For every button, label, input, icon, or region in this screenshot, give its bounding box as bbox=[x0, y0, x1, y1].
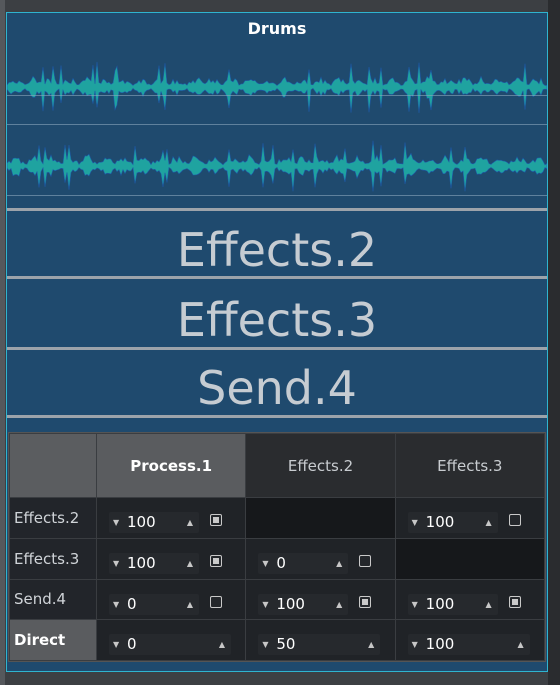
scroll-edge bbox=[548, 0, 560, 685]
decrement-arrow-icon[interactable]: ▼ bbox=[113, 594, 119, 615]
lane-divider bbox=[7, 347, 547, 350]
decrement-arrow-icon[interactable]: ▼ bbox=[262, 553, 268, 574]
route-checkbox[interactable] bbox=[359, 554, 372, 567]
route-checkbox[interactable] bbox=[508, 514, 521, 527]
lane-send-4[interactable]: Send.4 bbox=[7, 359, 547, 415]
increment-arrow-icon[interactable]: ▲ bbox=[219, 634, 225, 655]
level-value: 100 bbox=[276, 594, 305, 613]
matrix-cell-empty bbox=[394, 537, 546, 580]
level-value: 100 bbox=[127, 553, 156, 572]
route-checkbox[interactable] bbox=[508, 595, 521, 608]
matrix-cell: ▼ 100 ▲ bbox=[394, 619, 546, 661]
matrix-cell: ▼ 100 ▲ bbox=[95, 537, 247, 580]
lane-divider bbox=[7, 208, 547, 211]
column-header-effects-3[interactable]: Effects.3 bbox=[394, 432, 546, 499]
increment-arrow-icon[interactable]: ▲ bbox=[518, 634, 524, 655]
decrement-arrow-icon[interactable]: ▼ bbox=[262, 634, 268, 655]
decrement-arrow-icon[interactable]: ▼ bbox=[113, 512, 119, 533]
matrix-corner bbox=[9, 432, 97, 499]
level-spinbox[interactable]: ▼ 100 ▲ bbox=[407, 593, 498, 615]
level-value: 100 bbox=[425, 594, 455, 613]
route-checkbox[interactable] bbox=[359, 595, 372, 608]
column-header-effects-2[interactable]: Effects.2 bbox=[245, 432, 396, 499]
level-value: 50 bbox=[276, 635, 296, 654]
channel-divider bbox=[7, 124, 547, 125]
lane-divider bbox=[7, 415, 547, 418]
waveform-channel-left bbox=[7, 61, 547, 114]
matrix-cell: ▼ 0 ▲ bbox=[95, 578, 247, 621]
routing-matrix: Process.1 Effects.2 Effects.3 Effects.2 ▼… bbox=[8, 432, 546, 662]
lane-effects-3[interactable]: Effects.3 bbox=[7, 291, 547, 347]
matrix-cell: ▼ 0 ▲ bbox=[95, 619, 247, 661]
level-value: 0 bbox=[127, 635, 137, 654]
matrix-row: Direct ▼ 0 ▲ ▼ 50 ▲ ▼ 100 ▲ bbox=[9, 619, 546, 661]
increment-arrow-icon[interactable]: ▲ bbox=[336, 594, 342, 615]
level-spinbox[interactable]: ▼ 100 ▲ bbox=[407, 634, 530, 656]
level-spinbox[interactable]: ▼ 50 ▲ bbox=[258, 634, 381, 656]
lane-divider bbox=[7, 276, 547, 279]
route-checkbox[interactable] bbox=[210, 595, 222, 608]
decrement-arrow-icon[interactable]: ▼ bbox=[412, 594, 418, 615]
row-header[interactable]: Direct bbox=[9, 619, 97, 661]
matrix-cell: ▼ 100 ▲ bbox=[245, 578, 396, 621]
waveform-channel-right bbox=[7, 140, 547, 192]
row-header[interactable]: Effects.2 bbox=[9, 497, 97, 539]
level-spinbox[interactable]: ▼ 100 ▲ bbox=[109, 552, 199, 574]
row-header[interactable]: Effects.3 bbox=[9, 537, 97, 580]
route-checkbox[interactable] bbox=[210, 554, 222, 567]
matrix-cell: ▼ 100 ▲ bbox=[95, 497, 247, 539]
level-spinbox[interactable]: ▼ 0 ▲ bbox=[258, 552, 349, 574]
matrix-cell: ▼ 50 ▲ bbox=[245, 619, 396, 661]
level-value: 0 bbox=[276, 553, 286, 572]
level-value: 100 bbox=[127, 513, 156, 532]
lane-effects-2[interactable]: Effects.2 bbox=[7, 221, 547, 277]
clip-title: Drums bbox=[247, 19, 307, 38]
increment-arrow-icon[interactable]: ▲ bbox=[187, 512, 193, 533]
channel-divider bbox=[7, 195, 547, 196]
increment-arrow-icon[interactable]: ▲ bbox=[486, 594, 492, 615]
decrement-arrow-icon[interactable]: ▼ bbox=[412, 634, 418, 655]
decrement-arrow-icon[interactable]: ▼ bbox=[262, 594, 268, 615]
level-spinbox[interactable]: ▼ 100 ▲ bbox=[109, 512, 199, 534]
route-checkbox[interactable] bbox=[210, 514, 222, 527]
matrix-cell: ▼ 0 ▲ bbox=[245, 537, 396, 580]
decrement-arrow-icon[interactable]: ▼ bbox=[412, 512, 418, 533]
level-spinbox[interactable]: ▼ 100 ▲ bbox=[258, 593, 349, 615]
column-header-process-1[interactable]: Process.1 bbox=[95, 432, 247, 499]
increment-arrow-icon[interactable]: ▲ bbox=[368, 634, 374, 655]
channel-divider bbox=[7, 95, 547, 96]
matrix-row: Effects.2 ▼ 100 ▲ ▼ 100 ▲ bbox=[9, 497, 546, 539]
matrix-cell: ▼ 100 ▲ bbox=[394, 578, 546, 621]
level-value: 100 bbox=[425, 635, 455, 654]
increment-arrow-icon[interactable]: ▲ bbox=[187, 594, 193, 615]
level-spinbox[interactable]: ▼ 100 ▲ bbox=[407, 512, 498, 534]
track-lane-bar bbox=[0, 0, 5, 685]
row-header[interactable]: Send.4 bbox=[9, 578, 97, 621]
matrix-cell-empty bbox=[245, 497, 396, 539]
level-spinbox[interactable]: ▼ 0 ▲ bbox=[109, 634, 231, 656]
increment-arrow-icon[interactable]: ▲ bbox=[486, 512, 492, 533]
matrix-row: Effects.3 ▼ 100 ▲ ▼ 0 ▲ bbox=[9, 537, 546, 580]
level-value: 0 bbox=[127, 594, 137, 613]
increment-arrow-icon[interactable]: ▲ bbox=[336, 553, 342, 574]
decrement-arrow-icon[interactable]: ▼ bbox=[113, 634, 119, 655]
decrement-arrow-icon[interactable]: ▼ bbox=[113, 553, 119, 574]
increment-arrow-icon[interactable]: ▲ bbox=[187, 553, 193, 574]
level-spinbox[interactable]: ▼ 0 ▲ bbox=[109, 593, 199, 615]
level-value: 100 bbox=[425, 513, 455, 532]
matrix-cell: ▼ 100 ▲ bbox=[394, 497, 546, 539]
matrix-row: Send.4 ▼ 0 ▲ ▼ 100 ▲ ▼ 100 ▲ bbox=[9, 578, 546, 621]
